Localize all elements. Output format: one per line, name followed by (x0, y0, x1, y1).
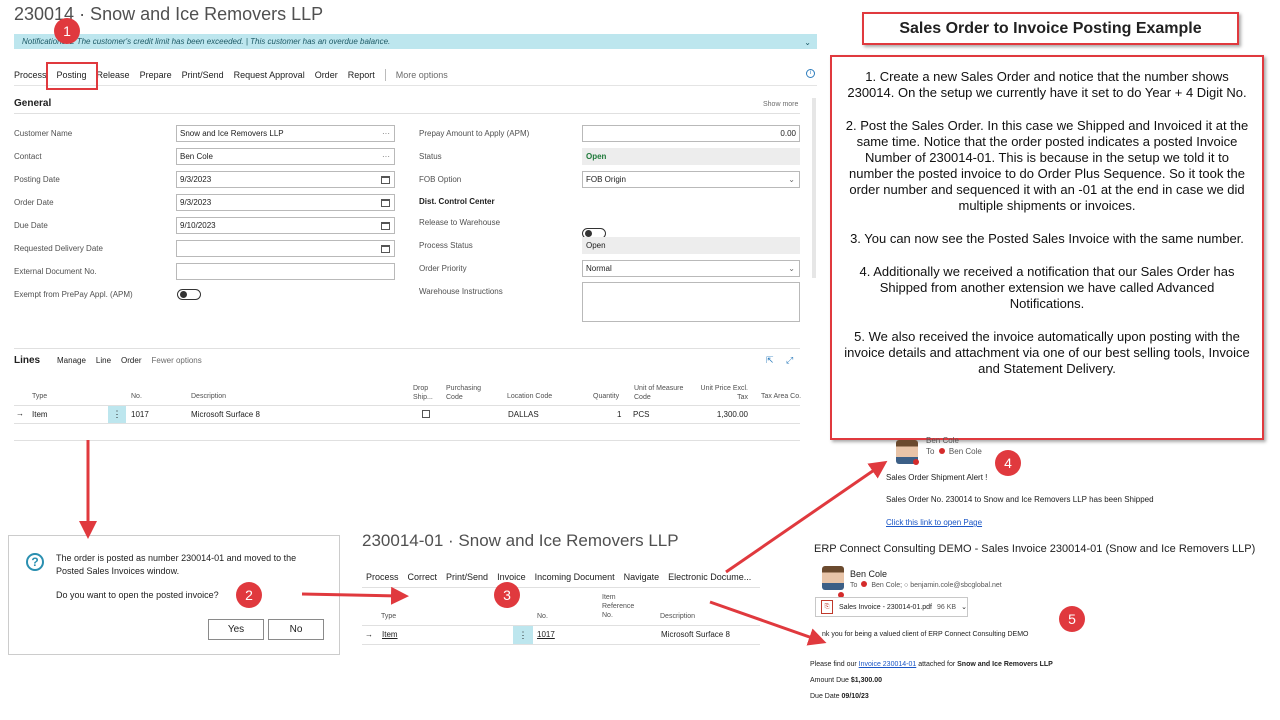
step-badge-3: 3 (494, 582, 520, 608)
arrow-3-to-email1 (725, 460, 888, 574)
step-badge-5: 5 (1059, 606, 1085, 632)
arrow-3-to-email2 (709, 600, 827, 646)
annotation-arrows (79, 440, 888, 646)
step-badge-4: 4 (995, 450, 1021, 476)
step-badge-1: 1 (54, 18, 80, 44)
arrow-2-to-posted (301, 586, 409, 605)
step-badge-2: 2 (236, 582, 262, 608)
